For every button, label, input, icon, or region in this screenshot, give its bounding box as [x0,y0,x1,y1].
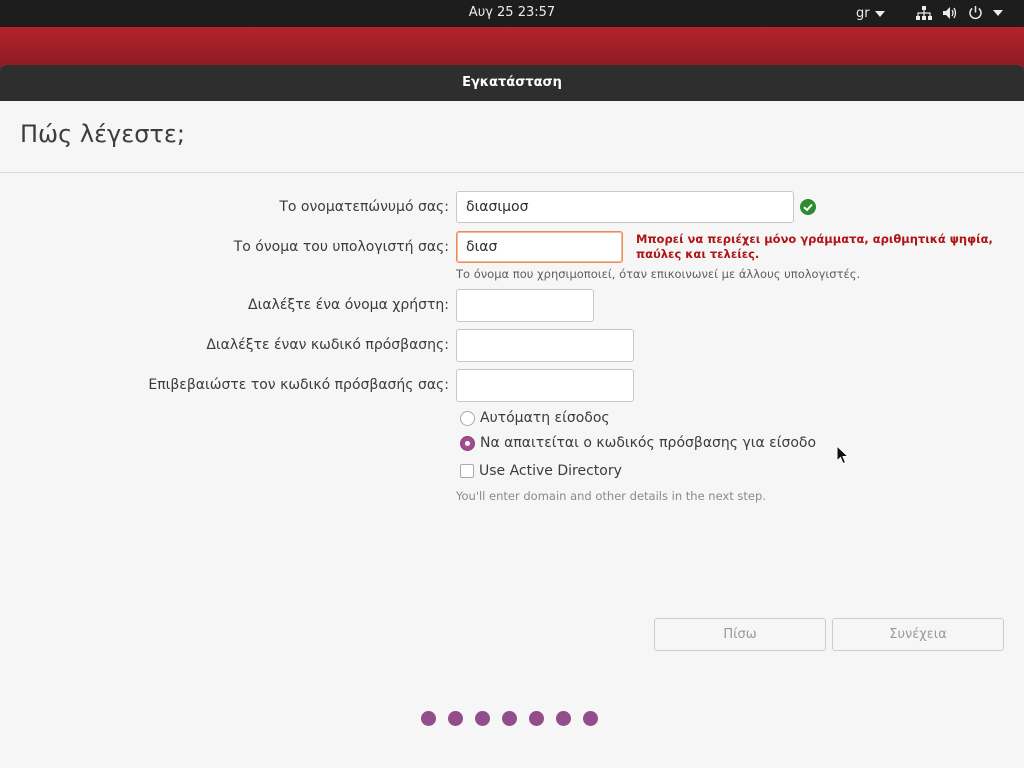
active-directory-checkbox[interactable] [460,464,474,478]
top-bar: Αυγ 25 23:57 gr [0,0,1024,27]
confirm-password-field[interactable] [456,369,634,402]
progress-dot [448,711,463,726]
progress-dot [583,711,598,726]
username-field[interactable] [456,289,594,322]
computer-name-hint: Το όνομα που χρησιμοποιεί, όταν επικοινω… [456,267,861,281]
check-icon [800,199,816,219]
name-field[interactable] [456,191,794,223]
divider [0,172,1024,173]
auto-login-option[interactable]: Αυτόματη είσοδος [460,410,610,426]
computer-name-field[interactable] [456,231,623,263]
chevron-down-icon [993,9,1003,16]
keyboard-layout-menu[interactable]: gr [856,6,885,21]
back-button[interactable]: Πίσω [654,618,826,651]
require-password-label: Να απαιτείται ο κωδικός πρόσβασης για εί… [480,435,817,451]
page-title: Πώς λέγεστε; [20,120,185,148]
power-icon [968,5,983,20]
progress-dot [421,711,436,726]
name-label: Το ονοματεπώνυμό σας: [279,199,449,215]
require-password-option[interactable]: Να απαιτείται ο κωδικός πρόσβασης για εί… [460,435,816,451]
computer-name-label: Το όνομα του υπολογιστή σας: [233,239,449,255]
require-password-radio[interactable] [460,435,475,451]
continue-button[interactable]: Συνέχεια [832,618,1004,651]
progress-dot [502,711,517,726]
chevron-down-icon [874,10,885,17]
progress-dot [475,711,490,726]
desktop-background [0,27,1024,67]
progress-dots [421,711,598,726]
password-label: Διαλέξτε έναν κωδικό πρόσβασης: [206,337,449,353]
window-title: Εγκατάσταση [0,65,1024,101]
network-icon [916,5,932,20]
computer-name-error: Μπορεί να περιέχει μόνο γράμματα, αριθμη… [636,232,993,261]
auto-login-label: Αυτόματη είσοδος [480,410,610,426]
installer-window: Εγκατάσταση Πώς λέγεστε; Το ονοματεπώνυμ… [0,65,1024,768]
username-label: Διαλέξτε ένα όνομα χρήστη: [248,297,449,313]
confirm-password-label: Επιβεβαιώστε τον κωδικό πρόσβασής σας: [148,377,449,393]
system-menu[interactable] [916,5,1003,20]
auto-login-radio[interactable] [460,410,475,426]
volume-icon [942,6,958,20]
progress-dot [556,711,571,726]
active-directory-option[interactable]: Use Active Directory [460,463,622,479]
keyboard-layout-label: gr [856,6,870,21]
password-field[interactable] [456,329,634,362]
progress-dot [529,711,544,726]
mouse-pointer-icon [836,444,850,469]
active-directory-label: Use Active Directory [479,463,622,479]
active-directory-hint: You'll enter domain and other details in… [456,489,766,503]
